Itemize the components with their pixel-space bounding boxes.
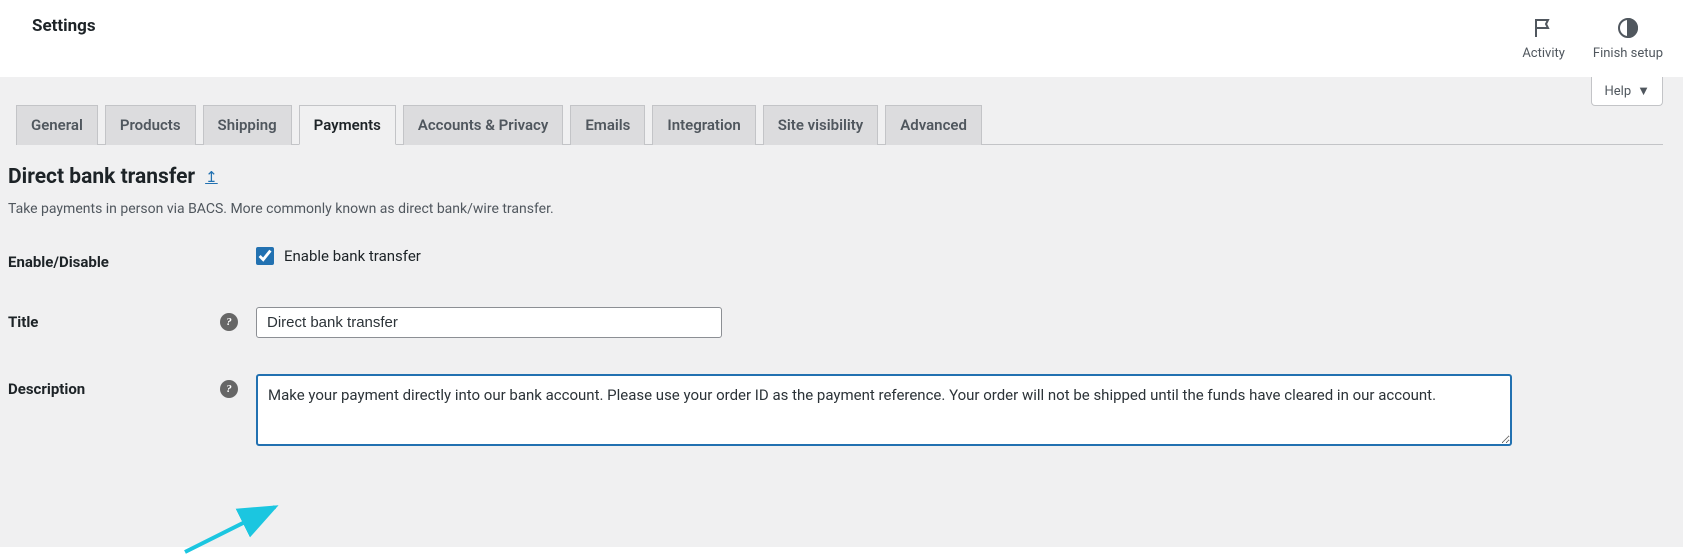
input-cell-title (256, 307, 1675, 338)
tabs-nav: General Products Shipping Payments Accou… (16, 77, 1663, 145)
enable-checkbox-label: Enable bank transfer (284, 247, 421, 265)
back-link[interactable]: ↥ (205, 168, 218, 186)
input-cell-enable: Enable bank transfer (256, 247, 1675, 265)
back-arrow-icon: ↥ (205, 168, 218, 186)
flag-icon (1532, 16, 1556, 44)
tab-general[interactable]: General (16, 105, 98, 145)
top-bar: Settings Activity Finish setup (0, 0, 1683, 77)
section-heading: Direct bank transfer ↥ (8, 165, 1675, 189)
description-textarea[interactable] (256, 374, 1512, 446)
input-cell-description (256, 374, 1675, 446)
row-enable: Enable/Disable Enable bank transfer (8, 247, 1675, 271)
tab-products[interactable]: Products (105, 105, 196, 145)
tab-shipping[interactable]: Shipping (203, 105, 292, 145)
annotation-arrow-icon (180, 497, 290, 557)
section-content: Direct bank transfer ↥ Take payments in … (8, 145, 1675, 446)
tab-payments[interactable]: Payments (299, 105, 396, 145)
label-enable: Enable/Disable (8, 247, 256, 271)
finish-setup-button[interactable]: Finish setup (1593, 16, 1663, 61)
half-circle-icon (1616, 16, 1640, 44)
section-title: Direct bank transfer (8, 165, 195, 189)
help-label: Help (1604, 84, 1631, 99)
activity-label: Activity (1522, 46, 1565, 61)
title-input[interactable] (256, 307, 722, 338)
help-icon[interactable]: ? (220, 313, 238, 331)
label-title: Title ? (8, 307, 256, 331)
help-icon[interactable]: ? (220, 380, 238, 398)
tab-site-visibility[interactable]: Site visibility (763, 105, 879, 145)
page-title: Settings (32, 16, 96, 36)
top-bar-actions: Activity Finish setup (1522, 16, 1663, 61)
activity-button[interactable]: Activity (1522, 16, 1565, 61)
tab-emails[interactable]: Emails (570, 105, 645, 145)
label-description: Description ? (8, 374, 256, 398)
tab-integration[interactable]: Integration (652, 105, 755, 145)
row-title: Title ? (8, 307, 1675, 338)
chevron-down-icon: ▼ (1637, 83, 1650, 99)
enable-checkbox-wrap[interactable]: Enable bank transfer (256, 247, 421, 265)
tab-accounts-privacy[interactable]: Accounts & Privacy (403, 105, 564, 145)
finish-setup-label: Finish setup (1593, 46, 1663, 61)
row-description: Description ? (8, 374, 1675, 446)
enable-checkbox[interactable] (256, 247, 274, 265)
settings-form: Enable/Disable Enable bank transfer Titl… (8, 247, 1675, 446)
tab-advanced[interactable]: Advanced (885, 105, 982, 145)
content-area: Help ▼ General Products Shipping Payment… (0, 77, 1683, 547)
help-dropdown[interactable]: Help ▼ (1591, 77, 1663, 106)
section-description: Take payments in person via BACS. More c… (8, 201, 1675, 217)
